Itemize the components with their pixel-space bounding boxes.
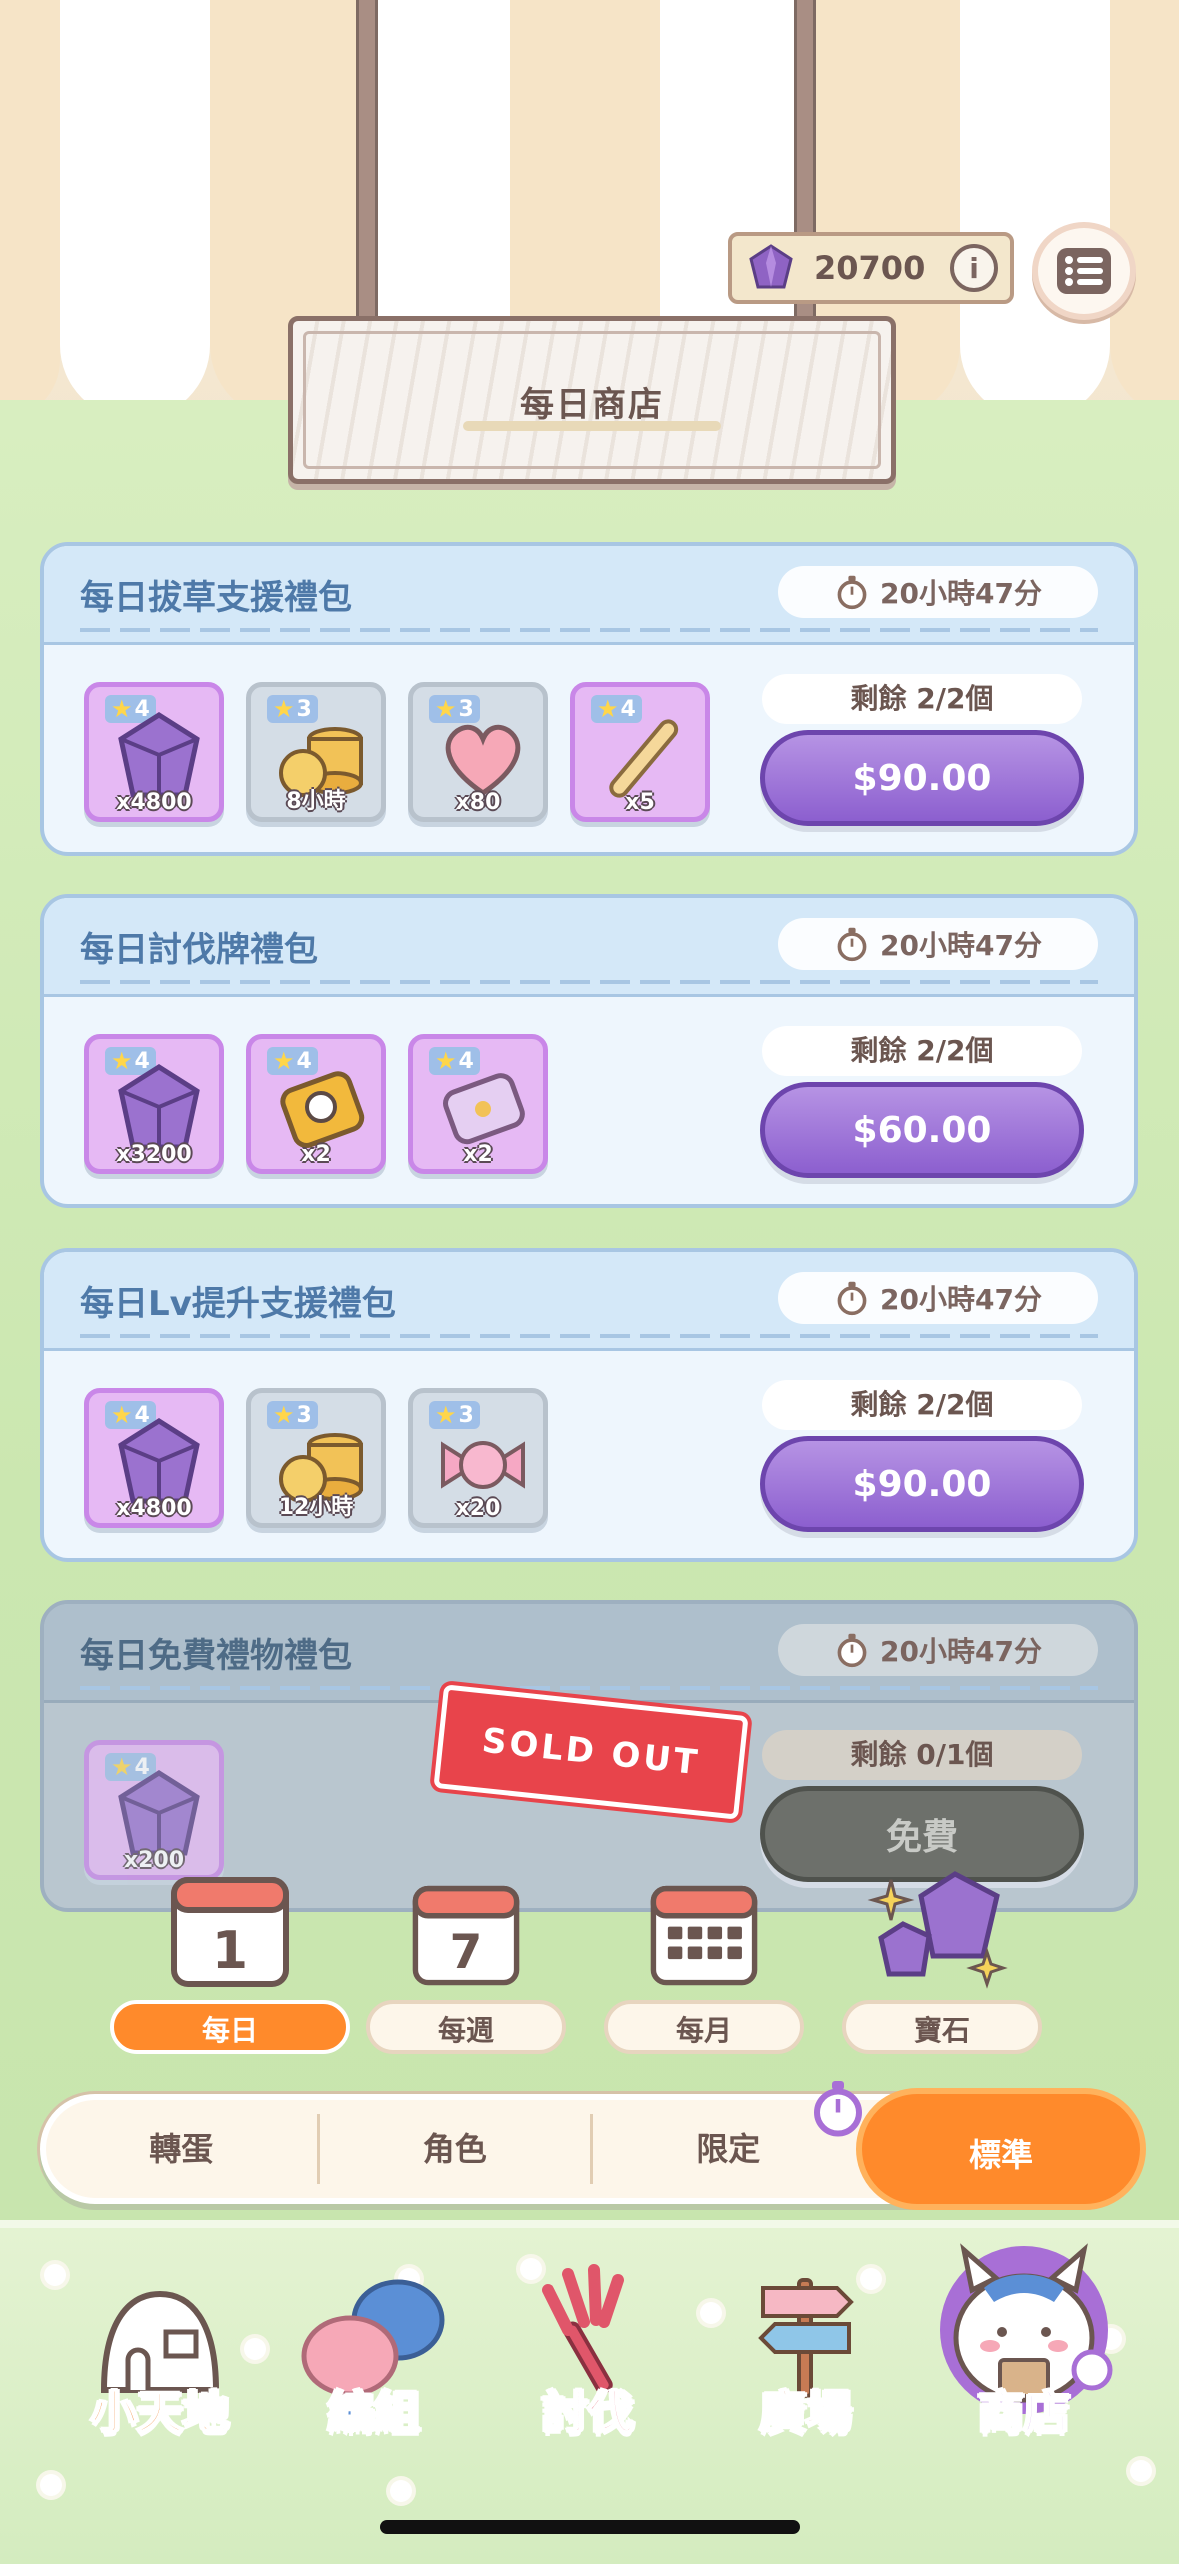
remaining-count: 剩餘 2/2個 (762, 1380, 1082, 1430)
item-qty: x5 (625, 790, 655, 815)
gem-balance: 20700 i (728, 232, 1014, 304)
item-qty: x4800 (116, 790, 192, 815)
pack-timer: 20小時47分 (778, 1272, 1098, 1324)
buy-button[interactable]: $90.00 (760, 730, 1084, 826)
pack-title: 每日討伐牌禮包 (80, 930, 318, 970)
item-qty: x4800 (116, 1496, 192, 1521)
item-qty: x2 (301, 1142, 331, 1167)
nav-label: 廣場 (759, 2384, 853, 2440)
pack-title: 每日免費禮物禮包 (80, 1636, 352, 1676)
tab-daily[interactable]: 1 每日 (110, 1860, 350, 2054)
reward-item[interactable]: ★ 3 8小時 (246, 682, 386, 822)
svg-text:1: 1 (212, 1921, 248, 1981)
reward-item[interactable]: ★ 4 x3200 (84, 1034, 224, 1174)
item-qty: 8小時 (286, 789, 346, 814)
item-qty: x2 (463, 1142, 493, 1167)
sign-rope-left (356, 0, 378, 330)
tab-monthly[interactable]: 每月 (604, 1860, 804, 2054)
segment-gacha[interactable]: 轉蛋 (46, 2114, 320, 2184)
tab-gems[interactable]: 寶石 (842, 1860, 1042, 2054)
segment-character[interactable]: 角色 (320, 2114, 593, 2184)
nav-plaza[interactable]: 廣場 (696, 2260, 916, 2442)
reward-item[interactable]: ★ 4 x200 (84, 1740, 224, 1880)
pack-card: 每日Lv提升支援禮包 20小時47分 ★ 4 x4800 ★ 3 12小時 ★ 3 x20 … (40, 1248, 1138, 1562)
nav-battle[interactable]: 討伐 (478, 2260, 698, 2442)
gem-amount: 20700 (814, 249, 926, 287)
info-icon[interactable]: i (950, 244, 998, 292)
item-qty: x3200 (116, 1142, 192, 1167)
calendar-month-icon (650, 1885, 758, 1986)
page-title: 每日商店 (520, 385, 664, 425)
item-qty: 12小時 (278, 1495, 354, 1520)
pack-title: 每日Lv提升支援禮包 (80, 1284, 396, 1324)
stopwatch-icon (834, 1632, 870, 1668)
stopwatch-icon (834, 1280, 870, 1316)
menu-button[interactable] (1032, 222, 1136, 320)
reward-item[interactable]: ★ 3 12小時 (246, 1388, 386, 1528)
calendar-1-icon: 1 (171, 1877, 289, 1987)
pack-card: 每日討伐牌禮包 20小時47分 ★ 4 x3200 ★ 4 x2 ★ 4 x2 剩餘 2/2… (40, 894, 1138, 1208)
item-qty: x20 (455, 1496, 501, 1521)
reward-item[interactable]: ★ 4 x4800 (84, 1388, 224, 1528)
list-icon (1057, 248, 1111, 294)
nav-label: 小天地 (90, 2384, 230, 2440)
pack-timer: 20小時47分 (778, 1624, 1098, 1676)
tab-label: 每日 (110, 2000, 350, 2054)
timer-text: 20小時47分 (880, 1635, 1042, 1668)
timer-text: 20小時47分 (880, 1283, 1042, 1316)
nav-home[interactable]: 小天地 (50, 2260, 270, 2442)
timer-text: 20小時47分 (880, 577, 1042, 610)
reward-item[interactable]: ★ 4 x4800 (84, 682, 224, 822)
reward-item[interactable]: ★ 4 x5 (570, 682, 710, 822)
remaining-count: 剩餘 2/2個 (762, 1026, 1082, 1076)
shop-type-selector: 轉蛋 角色 限定 標準 (40, 2088, 1146, 2210)
tab-label: 每月 (604, 2000, 804, 2054)
tab-label: 每週 (366, 2000, 566, 2054)
svg-text:7: 7 (450, 1925, 483, 1980)
reward-item[interactable]: ★ 4 x2 (408, 1034, 548, 1174)
gem-icon (749, 244, 793, 289)
gems-icon (867, 1871, 1008, 1989)
pack-timer: 20小時47分 (778, 918, 1098, 970)
buy-button[interactable]: $60.00 (760, 1082, 1084, 1178)
shop-sign: 每日商店 (288, 316, 896, 484)
nav-team[interactable]: 編組 (264, 2260, 484, 2442)
tab-label: 寶石 (842, 2000, 1042, 2054)
pack-timer: 20小時47分 (778, 566, 1098, 618)
reward-item[interactable]: ★ 3 x80 (408, 682, 548, 822)
remaining-count: 剩餘 2/2個 (762, 674, 1082, 724)
pack-card: 每日拔草支援禮包 20小時47分 ★ 4 x4800 ★ 3 8小時 ★ 3 x80 ★ 4 x… (40, 542, 1138, 856)
nav-label: 討伐 (541, 2384, 635, 2440)
stopwatch-icon (834, 926, 870, 962)
item-qty: x80 (455, 790, 501, 815)
reward-item[interactable]: ★ 3 x20 (408, 1388, 548, 1528)
remaining-count: 剩餘 0/1個 (762, 1730, 1082, 1780)
nav-shop[interactable]: 商店 (914, 2243, 1134, 2442)
timer-text: 20小時47分 (880, 929, 1042, 962)
calendar-7-icon: 7 (412, 1885, 520, 1986)
reward-item[interactable]: ★ 4 x2 (246, 1034, 386, 1174)
home-indicator[interactable] (380, 2520, 800, 2534)
segment-standard[interactable]: 標準 (856, 2088, 1146, 2210)
stopwatch-icon (834, 574, 870, 610)
stopwatch-icon (814, 2081, 862, 2137)
buy-button[interactable]: $90.00 (760, 1436, 1084, 1532)
pack-title: 每日拔草支援禮包 (80, 578, 352, 618)
tab-weekly[interactable]: 7 每週 (366, 1860, 566, 2054)
